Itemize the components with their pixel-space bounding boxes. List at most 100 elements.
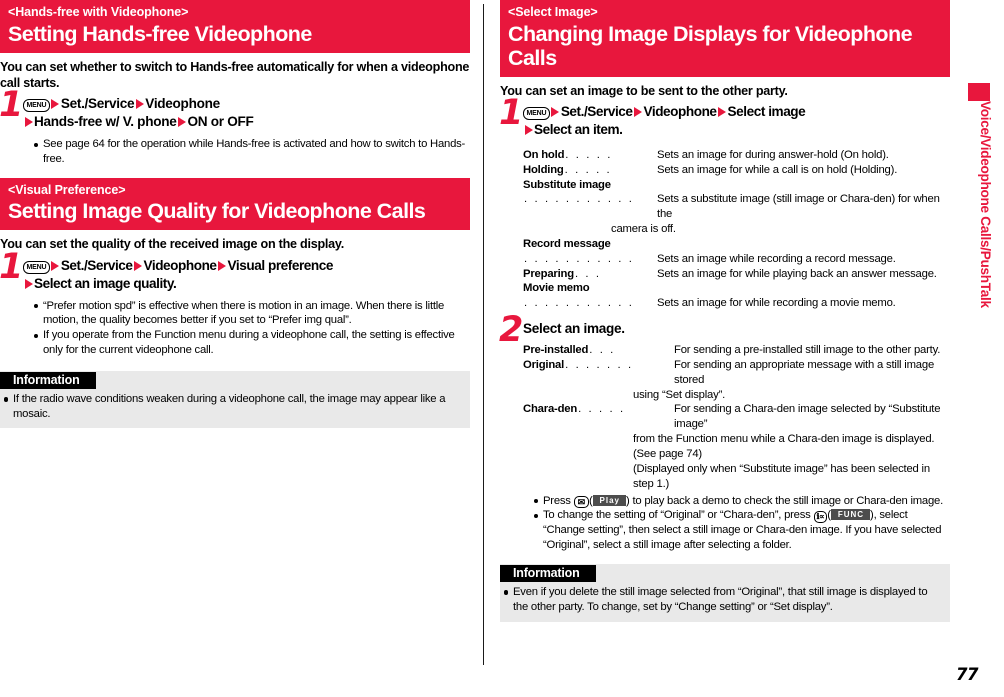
step-bullet-list: “Prefer motion spd” is effective when th… <box>34 299 470 358</box>
definition-description: Sets a substitute image (still image or … <box>657 193 940 221</box>
definition-term: Preparing <box>523 267 574 280</box>
definition-row: . . . . . . . . . . . Sets an image for … <box>523 296 950 311</box>
definition-description: Sets an image while recording a record m… <box>657 252 896 265</box>
step-2: 2 Select an image. <box>499 313 950 348</box>
step-part: Select an item. <box>534 121 623 137</box>
definition-continuation: using “Set display”. <box>633 388 726 401</box>
definition-term: Chara-den <box>523 403 578 416</box>
definition-description: Sets an image for during answer-hold (On… <box>657 148 889 161</box>
arrow-icon <box>524 124 533 135</box>
arrow-icon <box>51 260 60 271</box>
definition-row: Record message <box>523 237 950 252</box>
bullet-text-pre: Press <box>543 494 571 507</box>
step-number: 1 <box>0 85 23 126</box>
bullet-item: See page 64 for the operation while Hand… <box>34 137 470 167</box>
section-hands-free: <Hands-free with Videophone> Setting Han… <box>0 0 470 167</box>
step2-bullet-list: Press ✉(Play) to play back a demo to che… <box>534 494 950 553</box>
definition-term: Substitute image <box>523 178 611 191</box>
step-part: Visual preference <box>227 257 334 273</box>
arrow-icon <box>177 117 186 128</box>
definition-row: Substitute image <box>523 178 950 193</box>
step-part: Videophone <box>643 104 717 120</box>
definition-continuation: (See page 74) <box>633 448 702 461</box>
definition-row: . . . . . . . . . . . Sets an image whil… <box>523 252 950 267</box>
definition-row: Movie memo <box>523 281 950 296</box>
definition-row: Preparing . . . Sets an image for while … <box>523 267 950 282</box>
dot-leader: . . . . . . . <box>565 358 634 371</box>
step-body: MENU Set./Service Videophone Visual prefere… <box>23 256 470 293</box>
step-part: Set./Service <box>60 96 135 112</box>
section-title: Setting Image Quality for Videophone Cal… <box>8 199 426 224</box>
dot-leader: . . . <box>574 267 602 280</box>
dot-leader: . . . . . <box>565 148 613 161</box>
manual-page: <Hands-free with Videophone> Setting Han… <box>0 0 1004 697</box>
item-definition-list-step1: On hold . . . . . Sets an image for duri… <box>523 148 950 311</box>
menu-key-icon: MENU <box>23 99 50 113</box>
bullet-text-post: ) to play back a demo to check the still… <box>626 494 944 507</box>
definition-row: On hold . . . . . Sets an image for duri… <box>523 148 950 163</box>
section-title: Changing Image Displays for Videophone C… <box>508 21 913 70</box>
step-part: Set./Service <box>560 104 633 120</box>
step-1: 1 MENU Set./Service Videophone Visual prefe… <box>0 249 470 358</box>
definition-row: Pre-installed . . . For sending a pre-in… <box>523 343 950 358</box>
bullet-item: Press ✉(Play) to play back a demo to che… <box>534 494 950 509</box>
dot-leader: . . . . . . . . . . . <box>524 193 635 206</box>
step-bullet-list: See page 64 for the operation while Hand… <box>34 137 470 167</box>
arrow-icon <box>134 260 142 271</box>
definition-term: Movie memo <box>523 282 590 295</box>
definition-term: Original <box>523 358 565 371</box>
bullet-text-pre: To change the setting of “Original” or “… <box>543 509 811 522</box>
definition-description: Sets an image for while a call is on hol… <box>657 163 898 176</box>
dot-leader: . . . <box>589 344 616 357</box>
section-lead: You can set the quality of the received … <box>0 237 344 252</box>
softkey-play-label: Play <box>592 494 627 506</box>
section-kicker: <Visual Preference> <box>8 182 126 197</box>
step-part: Select an image quality. <box>34 275 177 291</box>
information-label: Information <box>500 564 596 582</box>
arrow-icon <box>51 99 60 110</box>
step-part: Hands-free w/ V. phone <box>34 114 177 130</box>
definition-description: Sets an image for while recording a movi… <box>657 297 896 310</box>
arrow-icon <box>24 117 33 128</box>
section-title: Setting Hands-free Videophone <box>8 21 312 46</box>
arrow-icon <box>718 107 727 118</box>
information-bullet-list: If the radio wave conditions weaken duri… <box>0 392 470 422</box>
definition-description: For sending an appropriate message with … <box>674 358 935 386</box>
information-box: Information Even if you delete the still… <box>500 563 950 622</box>
step-part: Select image <box>727 104 806 120</box>
side-tab-label: Voice/Videophone Calls/PushTalk <box>978 101 993 308</box>
section-visual-preference: <Visual Preference> Setting Image Qualit… <box>0 177 470 358</box>
definition-continuation: camera is off. <box>611 223 676 236</box>
menu-key-icon: MENU <box>523 107 550 121</box>
right-column: <Select Image> Changing Image Displays f… <box>499 0 950 622</box>
information-bullet-list: Even if you delete the still image selec… <box>500 585 950 615</box>
definition-continuation: from the Function menu while a Chara-den… <box>633 433 935 446</box>
step-1: 1 MENU Set./Service Videophone Hands-free w… <box>0 88 470 167</box>
definition-term: Pre-installed <box>523 344 589 357</box>
menu-key-icon: MENU <box>23 260 50 274</box>
side-tab: Voice/Videophone Calls/PushTalk <box>968 0 1004 697</box>
step-body: MENU Set./Service Videophone Select image Se… <box>523 102 950 139</box>
dot-leader: . . . . . <box>578 403 626 416</box>
section-lead: You can set an image to be sent to the o… <box>500 83 788 98</box>
step-body: Select an image. <box>523 321 625 337</box>
definition-row: . . . . . . . . . . . Sets a substitute … <box>523 192 950 222</box>
arrow-icon <box>551 107 560 118</box>
section-kicker: <Hands-free with Videophone> <box>8 5 189 19</box>
bullet-item: Even if you delete the still image selec… <box>504 585 944 615</box>
definition-term: On hold <box>523 148 565 161</box>
arrow-icon <box>218 260 227 271</box>
section-lead: You can set whether to switch to Hands-f… <box>0 59 470 90</box>
definition-row: Holding . . . . . Sets an image for whil… <box>523 163 950 178</box>
bullet-item: If you operate from the Function menu du… <box>34 328 470 358</box>
left-column: <Hands-free with Videophone> Setting Han… <box>0 0 470 429</box>
definition-description: For sending a pre-installed still image … <box>674 344 941 357</box>
definition-row: Original . . . . . . . For sending an ap… <box>523 358 950 388</box>
bullet-item: To change the setting of “Original” or “… <box>534 508 950 553</box>
information-box: Information If the radio wave conditions… <box>0 370 470 429</box>
mail-key-icon: ✉ <box>573 495 589 508</box>
dot-leader: . . . . . <box>564 163 612 176</box>
information-label: Information <box>0 371 96 389</box>
step-part: Set./Service <box>60 257 133 273</box>
bullet-item: If the radio wave conditions weaken duri… <box>4 392 464 422</box>
